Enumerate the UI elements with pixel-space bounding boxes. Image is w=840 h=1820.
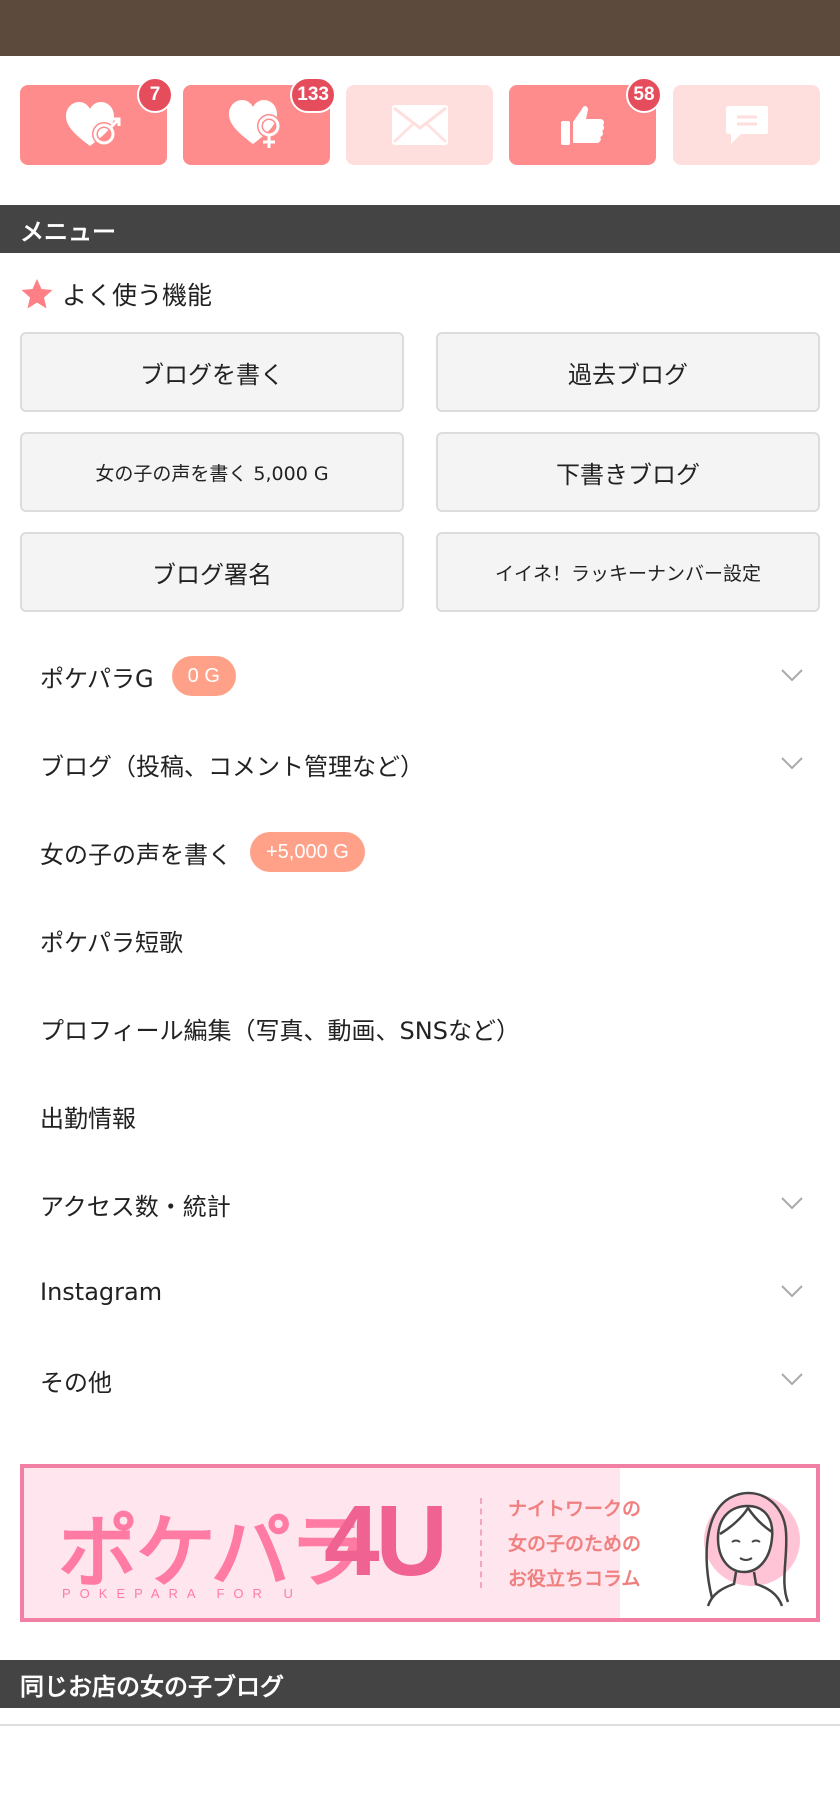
banner-copy-line: ナイトワークの bbox=[508, 1498, 642, 1520]
chevron-down-icon bbox=[781, 757, 803, 770]
write-blog-button[interactable]: ブログを書く bbox=[20, 332, 404, 412]
menu-item-label: ポケパラ短歌 bbox=[40, 928, 184, 957]
woman-illustration-icon bbox=[704, 1491, 800, 1607]
menu-item-label: ブログ（投稿、コメント管理など） bbox=[40, 752, 424, 781]
thumbs-up-icon bbox=[560, 106, 604, 145]
thumbs-up-badge: 58 bbox=[626, 77, 662, 113]
thumbs-up-button[interactable]: 58 bbox=[509, 77, 662, 165]
menu-item-instagram[interactable]: Instagram bbox=[0, 1248, 840, 1336]
menu-item-label: ポケパラG bbox=[40, 664, 154, 693]
write-girls-voice-button[interactable]: 女の子の声を書く 5,000 G bbox=[20, 432, 404, 512]
menu-item-tanka[interactable]: ポケパラ短歌 bbox=[0, 896, 840, 984]
heart-female-icon bbox=[228, 100, 281, 148]
same-shop-blog-section-header: 同じお店の女の子ブログ bbox=[0, 1660, 840, 1708]
banner-divider bbox=[480, 1498, 482, 1588]
menu-item-blog[interactable]: ブログ（投稿、コメント管理など） bbox=[0, 720, 840, 808]
past-blog-button[interactable]: 過去ブログ bbox=[436, 332, 820, 412]
female-likes-badge: 133 bbox=[290, 77, 336, 113]
menu-item-label: 女の子の声を書く bbox=[40, 840, 232, 869]
top-header-bar bbox=[0, 0, 840, 56]
draft-blog-button[interactable]: 下書きブログ bbox=[436, 432, 820, 512]
comment-button[interactable] bbox=[673, 85, 820, 165]
notification-icon-row: 7 133 58 bbox=[20, 77, 820, 165]
favorites-title: よく使う機能 bbox=[20, 276, 212, 312]
banner-copy-line: 女の子のための bbox=[508, 1533, 642, 1555]
menu-item-access-stats[interactable]: アクセス数・統計 bbox=[0, 1160, 840, 1248]
mail-button[interactable] bbox=[346, 85, 493, 165]
chevron-down-icon bbox=[781, 1373, 803, 1386]
menu-item-girls-voice[interactable]: 女の子の声を書く +5,000 G bbox=[0, 808, 840, 896]
comment-icon bbox=[725, 106, 768, 144]
menu-item-attendance[interactable]: 出勤情報 bbox=[0, 1072, 840, 1160]
female-likes-button[interactable]: 133 bbox=[183, 77, 336, 165]
menu-item-pokepara-g[interactable]: ポケパラG 0 G bbox=[0, 632, 840, 720]
menu-item-other[interactable]: その他 bbox=[0, 1336, 840, 1424]
menu-item-label: 出勤情報 bbox=[40, 1104, 136, 1133]
menu-section-header: メニュー bbox=[0, 205, 840, 253]
menu-item-label: その他 bbox=[40, 1368, 112, 1397]
banner-copy-line: お役立ちコラム bbox=[508, 1568, 641, 1590]
banner-copy: ナイトワークの 女の子のための お役立ちコラム bbox=[508, 1492, 668, 1597]
pokepara-4u-banner[interactable]: ポケパラ 4U POKEPARA FOR U ナイトワークの 女の子のための お… bbox=[20, 1464, 820, 1622]
favorites-title-label: よく使う機能 bbox=[62, 281, 213, 310]
bonus-pill: +5,000 G bbox=[250, 832, 365, 872]
menu-item-label: Instagram bbox=[40, 1278, 163, 1306]
banner-logo-sub: POKEPARA FOR U bbox=[62, 1586, 302, 1601]
male-likes-badge: 7 bbox=[137, 77, 173, 113]
menu-item-label: アクセス数・統計 bbox=[40, 1192, 231, 1221]
divider bbox=[0, 1724, 840, 1726]
menu-item-profile-edit[interactable]: プロフィール編集（写真、動画、SNSなど） bbox=[0, 984, 840, 1072]
chevron-down-icon bbox=[781, 1197, 803, 1210]
banner-logo-suffix: 4U bbox=[324, 1485, 448, 1597]
blog-signature-button[interactable]: ブログ署名 bbox=[20, 532, 404, 612]
mail-icon bbox=[391, 105, 448, 145]
male-likes-button[interactable]: 7 bbox=[20, 77, 173, 165]
heart-male-icon bbox=[65, 102, 120, 146]
points-pill: 0 G bbox=[171, 656, 236, 696]
chevron-down-icon bbox=[781, 1285, 803, 1298]
lucky-number-setting-button[interactable]: イイネ！ラッキーナンバー設定 bbox=[436, 532, 820, 612]
menu-item-label: プロフィール編集（写真、動画、SNSなど） bbox=[40, 1016, 520, 1045]
star-icon bbox=[21, 279, 53, 309]
chevron-down-icon bbox=[781, 669, 803, 682]
